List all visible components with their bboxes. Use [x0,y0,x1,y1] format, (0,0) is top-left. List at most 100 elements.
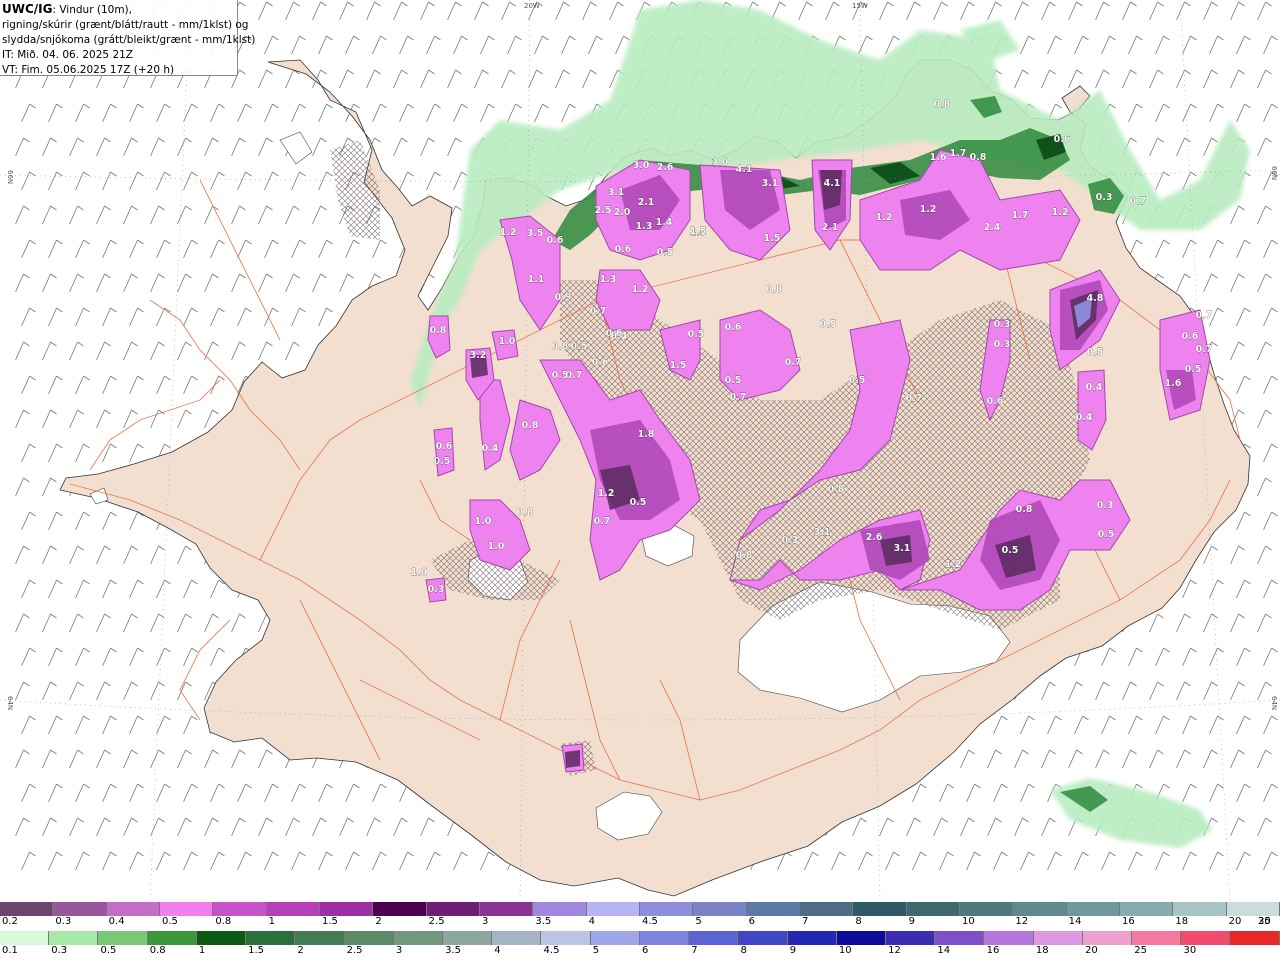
precip-value-label: 0.3 [1097,500,1114,511]
scale-swatch [799,902,854,916]
scale-tick-label: 0.8 [149,945,166,956]
scale-tick-label: 0.1 [2,945,18,956]
precip-value-label: 0.8 [522,420,539,431]
header-line3: slydda/snjókoma (grátt/bleikt/grænt - mm… [2,34,256,46]
precip-value-label: 1.0 [499,336,516,347]
scale-tick-label: 6 [642,945,649,956]
lat-label-64n-left: 64N [6,696,14,710]
scale-tick-label: 18 [1175,916,1189,927]
precip-value-label: 3.1 [894,543,911,554]
precip-value-label: 2.6 [657,162,674,173]
header-line1: : Vindur (10m), [52,4,132,16]
precip-value-label: 3.0 [633,160,650,171]
precip-value-label: 1.6 [930,152,947,163]
precip-value-label: 4.1 [736,164,753,175]
scale-tick-label: 0.5 [162,916,178,927]
precip-value-label: 0.8 [970,152,987,163]
scale-swatch [1119,902,1174,916]
model-brand: UWC/IG [2,2,53,16]
scale-swatch [344,931,394,945]
scale-swatch [689,931,739,945]
precip-value-label: 1.2 [632,284,649,295]
precip-value-label: 1.6 [1165,378,1182,389]
scale-swatch [213,902,267,916]
scale-swatch [885,931,936,945]
lat-label-64n-right: 64N [1270,696,1278,710]
scale-tick-label: 1 [268,916,276,927]
precip-value-label: 2.6 [866,532,883,543]
precip-value-label: 0.3 [994,339,1011,350]
precip-value-label: 1.7 [950,148,967,159]
scale-swatch [1082,931,1133,945]
scale-tick-label: 12 [1015,916,1029,927]
scale-swatch [98,931,148,945]
scale-tick-label: 4.5 [543,945,560,956]
scale-tick-label: 2.5 [346,945,363,956]
scale-swatch [49,931,99,945]
precip-value-label: 0.4 [1076,412,1093,423]
scale-swatch [1181,931,1231,945]
scale-tick-label: 2.5 [428,916,445,927]
precip-value-label: 0.5 [1002,545,1019,556]
forecast-map-viewer: 20W 15W 66N 64N 66N 64N 0.8 3.0 2.6 3.0 4.1 3… [0,0,1280,960]
precip-value-label: 1.1 [528,274,545,285]
scale-tick-label: 7 [691,945,698,956]
precip-value-label: 0.7 [906,393,923,404]
scale-tick-label: 20 [1228,916,1242,927]
precip-value-label: 0.7 [590,306,607,317]
scale-tick-label: 0.5 [100,945,117,956]
scale-tick-label: 0.2 [2,916,18,927]
scale-tick-label: 6 [748,916,756,927]
precip-value-label: 1.2 [876,212,893,223]
scale-tick-label: 8 [740,945,747,956]
scale-tick-label: 10 [962,916,975,927]
precip-value-label: 0.4 [1086,382,1103,393]
precip-value-label: 0.6 [615,244,632,255]
precip-value-label: 0.8 [430,325,447,336]
precip-value-label: 3.1 [608,187,625,198]
scale-swatch [0,931,50,945]
scale-tick-label: 14 [1068,916,1082,927]
scale-swatch [787,931,837,945]
scale-swatch [906,902,960,916]
precip-value-label: 1.2 [945,559,962,570]
precipitation-wind-map: 20W 15W 66N 64N 66N 64N 0.8 3.0 2.6 3.0 4.1 3… [0,0,1280,900]
precip-value-label: 1.8 [638,429,655,440]
scale-swatch [959,902,1014,916]
lon-label-20w: 20W [524,2,540,10]
scale-swatch [1230,931,1280,945]
precip-value-label: 0.5 [630,497,647,508]
precip-value-label: 1.2 [500,227,517,238]
precip-value-label: 0.5 [688,329,705,340]
precip-value-label: 0.4 [611,331,628,342]
scale-tick-label: 3 [482,916,489,927]
precip-value-label: 1.2 [1052,207,1069,218]
precip-value-label: 0.8 [552,341,569,352]
precip-value-label: 0.8 [1016,504,1033,515]
scale-tick-label: 12 [888,945,901,956]
scale-swatch [1013,902,1067,916]
scale-tick-label: 5 [592,945,600,956]
precip-value-label: 3.2 [470,350,487,361]
rain-color-scale [0,931,1280,945]
precip-value-label: 0.7 [1196,310,1213,321]
scale-tick-label: 14 [937,945,951,956]
scale-swatch [373,902,427,916]
rain-scale-ticks: 0.1 0.3 0.5 0.8 1 1.5 2 2.5 3 3.5 4 4.5 5 6 7 8 9 10 12 14 1… [0,945,1280,959]
precip-value-label: 3.1 [762,178,779,189]
scale-tick-label: 16 [1122,916,1135,927]
scale-tick-label: 0.3 [55,916,72,927]
precip-value-label: 0.7 [730,392,747,403]
header-initial-time: IT: Mið. 04. 06. 2025 21Z [2,49,133,61]
header-valid-time: VT: Fim. 05.06.2025 17Z (+20 h) [2,64,175,76]
precip-value-label: 0.6 [547,235,564,246]
scale-swatch [53,902,107,916]
scale-tick-label: 9 [789,945,797,956]
precip-value-label: 1.2 [920,204,937,215]
precip-value-label: 0.5 [1185,364,1202,375]
scale-tick-label: 7 [802,916,809,927]
precip-value-label: 0.5 [657,247,674,258]
scale-swatch [393,931,443,945]
precip-value-label: 0.3 [428,584,445,595]
precip-value-label: 1.5 [690,226,707,237]
